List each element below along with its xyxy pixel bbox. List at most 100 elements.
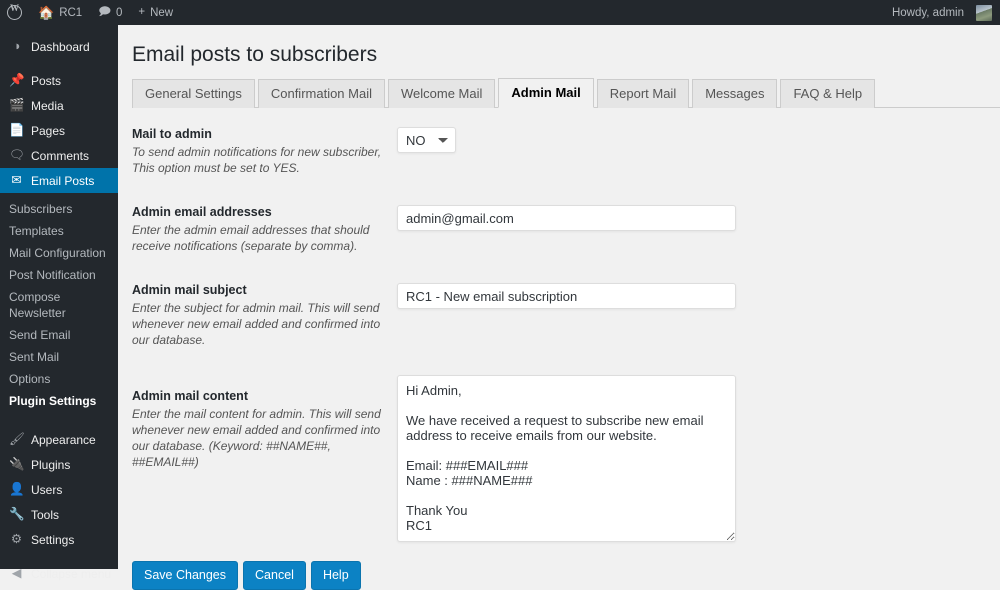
- sidebar-subitem-send-email[interactable]: Send Email: [0, 324, 118, 346]
- field-label-col: Admin mail subject Enter the subject for…: [132, 282, 397, 348]
- admin-sidebar: ◑ Dashboard 📌 Posts 🎬 Media 📄 Pages 🗨 Co…: [0, 25, 126, 581]
- sidebar-item-appearance[interactable]: 🖌 Appearance: [0, 427, 118, 452]
- admin-mail-subject-input[interactable]: [397, 283, 736, 310]
- sidebar-submenu: Subscribers Templates Mail Configuration…: [0, 193, 118, 418]
- sidebar-item-collapse-menu[interactable]: ◀ Collapse menu: [0, 561, 118, 586]
- tab-admin-mail[interactable]: Admin Mail: [498, 78, 594, 109]
- tab-welcome-mail[interactable]: Welcome Mail: [388, 79, 496, 109]
- media-icon: 🎬: [9, 98, 25, 113]
- field-description: Enter the subject for admin mail. This w…: [132, 301, 381, 348]
- sidebar-item-label: Dashboard: [31, 39, 90, 54]
- sidebar-item-comments[interactable]: 🗨 Comments: [0, 143, 118, 168]
- tab-faq-help[interactable]: FAQ & Help: [780, 79, 876, 109]
- user-icon: 👤: [9, 482, 25, 497]
- save-changes-button[interactable]: Save Changes: [132, 561, 239, 590]
- plug-icon: 🔌: [9, 457, 25, 472]
- sidebar-item-label: Users: [31, 482, 63, 497]
- sidebar-item-label: Appearance: [31, 432, 96, 447]
- adminbar-wp-logo[interactable]: [0, 0, 30, 25]
- field-row-admin-content: Admin mail content Enter the mail conten…: [132, 374, 1000, 547]
- adminbar-new-label: New: [150, 6, 174, 19]
- sidebar-item-label: Media: [31, 98, 64, 113]
- sidebar-item-label: Posts: [31, 73, 62, 88]
- sidebar-item-label: Comments: [31, 148, 90, 163]
- field-description: Enter the admin email addresses that sho…: [132, 223, 370, 254]
- tab-report-mail[interactable]: Report Mail: [596, 79, 690, 109]
- adminbar-account[interactable]: Howdy, admin: [884, 0, 1000, 25]
- cancel-button[interactable]: Cancel: [243, 561, 306, 590]
- tab-confirmation-mail[interactable]: Confirmation Mail: [257, 79, 385, 109]
- field-title: Admin email addresses: [132, 205, 272, 220]
- sidebar-item-plugins[interactable]: 🔌 Plugins: [0, 452, 118, 477]
- admin-email-addresses-input[interactable]: [397, 205, 736, 232]
- comment-bubble-icon: 🗩: [98, 5, 111, 18]
- admin-mail-form: Mail to admin To send admin notification…: [118, 108, 1000, 547]
- admin-mail-content-textarea[interactable]: Hi Admin, We have received a request to …: [397, 375, 736, 543]
- adminbar-site-label: RC1: [59, 6, 83, 19]
- field-title: Admin mail content: [132, 389, 248, 404]
- sidebar-subitem-plugin-settings[interactable]: Plugin Settings: [0, 390, 118, 412]
- admin-bar: 🏠 RC1 🗩 0 + New Howdy, admin: [0, 0, 1000, 25]
- field-input-col: Hi Admin, We have received a request to …: [397, 374, 736, 547]
- field-label-col: Admin email addresses Enter the admin em…: [132, 204, 397, 254]
- tab-messages[interactable]: Messages: [692, 79, 778, 109]
- sidebar-item-pages[interactable]: 📄 Pages: [0, 118, 118, 143]
- field-row-mail-to-admin: Mail to admin To send admin notification…: [132, 126, 1000, 176]
- page-title: Email posts to subscribers: [132, 43, 378, 66]
- sidebar-item-label: Settings: [31, 532, 75, 547]
- content-area: Email posts to subscribers General Setti…: [118, 25, 1000, 590]
- sidebar-divider: [0, 59, 118, 68]
- field-input-col: NO YES: [397, 126, 456, 154]
- sidebar-subitem-subscribers[interactable]: Subscribers: [0, 198, 118, 220]
- field-input-col: [397, 282, 736, 310]
- sidebar-item-media[interactable]: 🎬 Media: [0, 93, 118, 118]
- adminbar-site-name[interactable]: 🏠 RC1: [30, 0, 90, 25]
- adminbar-howdy-label: Howdy, admin: [891, 6, 964, 19]
- sidebar-subitem-mail-configuration[interactable]: Mail Configuration: [0, 242, 118, 264]
- field-row-admin-emails: Admin email addresses Enter the admin em…: [132, 204, 1000, 254]
- sliders-icon: ⚙: [10, 532, 23, 547]
- envelope-icon: ✉: [11, 173, 22, 188]
- tab-general-settings[interactable]: General Settings: [132, 79, 255, 109]
- brush-icon: 🖌: [9, 432, 25, 447]
- sidebar-item-users[interactable]: 👤 Users: [0, 477, 118, 502]
- sidebar-item-email-posts[interactable]: ✉ Email Posts: [0, 168, 126, 193]
- mail-to-admin-select[interactable]: NO YES: [397, 127, 456, 154]
- pages-icon: 📄: [9, 123, 25, 138]
- collapse-arrow-icon: ◀: [11, 566, 22, 581]
- comment-icon: 🗨: [9, 148, 25, 163]
- sidebar-item-label: Tools: [31, 507, 60, 522]
- field-description: To send admin notifications for new subs…: [132, 145, 382, 176]
- adminbar-comments-count: 0: [115, 6, 123, 19]
- sidebar-divider: [0, 552, 118, 561]
- field-label-col: Admin mail content Enter the mail conten…: [132, 374, 397, 470]
- adminbar-comments[interactable]: 🗩 0: [90, 0, 130, 25]
- wordpress-logo-icon: [7, 3, 22, 20]
- sidebar-item-label: Email Posts: [31, 173, 95, 188]
- pin-icon: 📌: [9, 73, 25, 88]
- adminbar-new[interactable]: + New: [130, 0, 181, 25]
- sidebar-divider: [0, 418, 118, 427]
- sidebar-item-posts[interactable]: 📌 Posts: [0, 68, 118, 93]
- plus-icon: +: [138, 5, 146, 18]
- field-input-col: [397, 204, 736, 232]
- sidebar-subitem-post-notification[interactable]: Post Notification: [0, 264, 118, 286]
- home-icon: 🏠: [38, 5, 55, 20]
- dashboard-icon: ◑: [12, 39, 21, 54]
- sidebar-subitem-sent-mail[interactable]: Sent Mail: [0, 346, 118, 368]
- sidebar-subitem-compose-newsletter[interactable]: Compose Newsletter: [0, 286, 118, 324]
- avatar: [976, 4, 992, 21]
- help-button[interactable]: Help: [310, 561, 361, 590]
- sidebar-item-dashboard[interactable]: ◑ Dashboard: [0, 34, 118, 59]
- sidebar-item-tools[interactable]: 🔧 Tools: [0, 502, 118, 527]
- field-description: Enter the mail content for admin. This w…: [132, 407, 381, 470]
- sidebar-subitem-options[interactable]: Options: [0, 368, 118, 390]
- field-title: Mail to admin: [132, 127, 212, 142]
- field-row-admin-subject: Admin mail subject Enter the subject for…: [132, 282, 1000, 348]
- field-title: Admin mail subject: [132, 283, 247, 298]
- field-label-col: Mail to admin To send admin notification…: [132, 126, 397, 176]
- sidebar-item-label: Plugins: [31, 457, 71, 472]
- sidebar-item-settings[interactable]: ⚙ Settings: [0, 527, 118, 552]
- sidebar-subitem-templates[interactable]: Templates: [0, 220, 118, 242]
- wrench-icon: 🔧: [9, 507, 25, 522]
